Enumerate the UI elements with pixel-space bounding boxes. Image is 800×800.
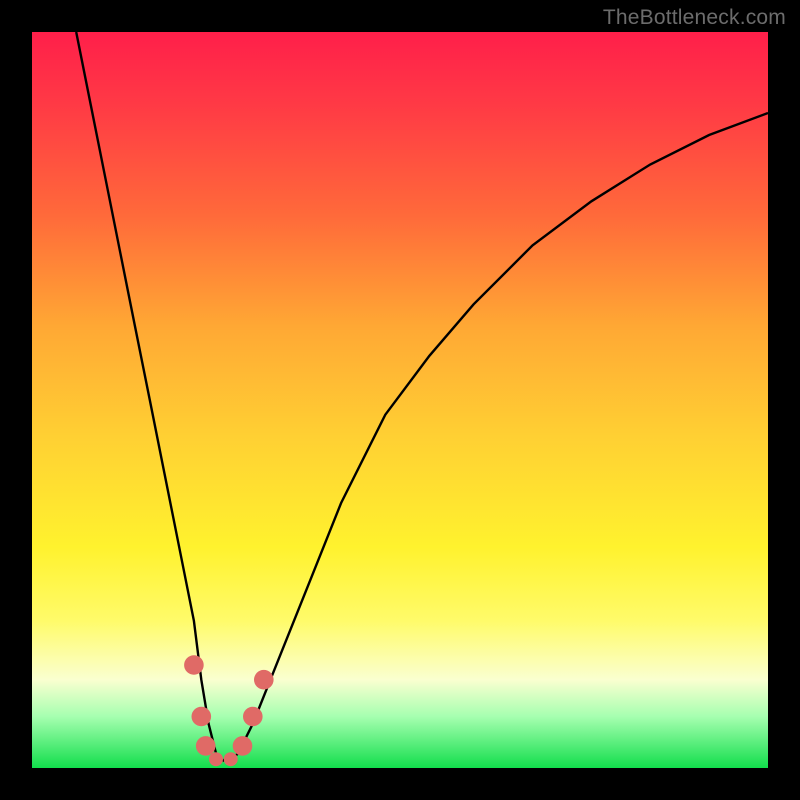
bottleneck-curve [76,32,768,761]
right-dot-low [233,736,253,756]
chart-frame: TheBottleneck.com [0,0,800,800]
right-dot-upper [254,670,274,690]
left-dot-upper [184,655,204,675]
right-dot-mid [243,707,263,727]
valley-dot-1 [209,752,223,766]
valley-dot-2 [224,752,238,766]
chart-plot-area [32,32,768,768]
left-dot-mid [192,707,212,727]
left-dot-low [196,736,216,756]
marker-group [184,655,274,766]
chart-svg [32,32,768,768]
watermark-text: TheBottleneck.com [603,6,786,30]
